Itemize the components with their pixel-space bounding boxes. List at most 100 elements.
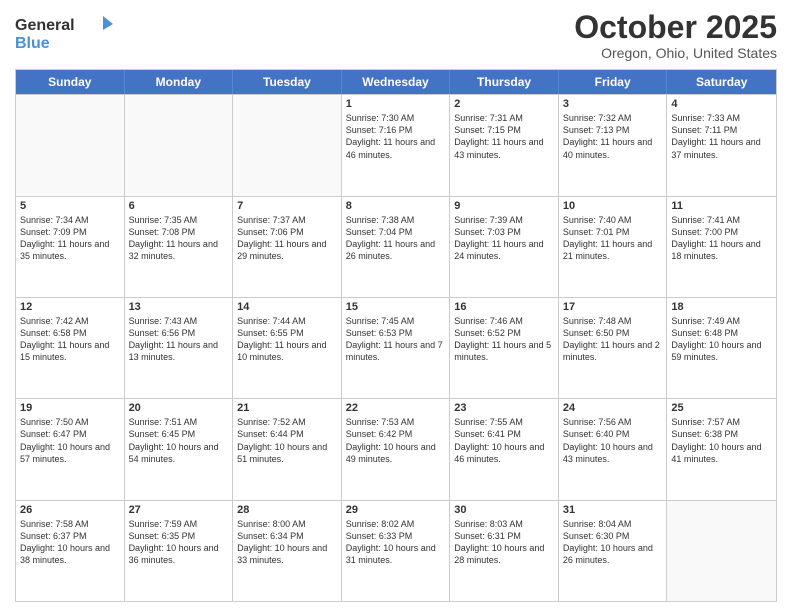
day-cell-15: 15 Sunrise: 7:45 AM Sunset: 6:53 PM Dayli…	[342, 298, 451, 398]
day-cell-20: 20 Sunrise: 7:51 AM Sunset: 6:45 PM Dayli…	[125, 399, 234, 499]
day-header-saturday: Saturday	[667, 70, 776, 94]
week-row-5: 26 Sunrise: 7:58 AM Sunset: 6:37 PM Dayli…	[16, 500, 776, 601]
day-info: Sunrise: 7:59 AM Sunset: 6:35 PM Dayligh…	[129, 518, 229, 567]
day-cell-23: 23 Sunrise: 7:55 AM Sunset: 6:41 PM Dayli…	[450, 399, 559, 499]
day-number: 28	[237, 504, 337, 516]
day-header-tuesday: Tuesday	[233, 70, 342, 94]
day-info: Sunrise: 7:58 AM Sunset: 6:37 PM Dayligh…	[20, 518, 120, 567]
day-cell-8: 8Sunrise: 7:38 AM Sunset: 7:04 PM Daylig…	[342, 197, 451, 297]
week-row-2: 5Sunrise: 7:34 AM Sunset: 7:09 PM Daylig…	[16, 196, 776, 297]
day-cell-17: 17 Sunrise: 7:48 AM Sunset: 6:50 PM Dayli…	[559, 298, 668, 398]
empty-cell	[16, 95, 125, 195]
day-info: Sunrise: 7:52 AM Sunset: 6:44 PM Dayligh…	[237, 416, 337, 465]
day-cell-13: 13 Sunrise: 7:43 AM Sunset: 6:56 PM Dayli…	[125, 298, 234, 398]
day-cell-28: 28 Sunrise: 8:00 AM Sunset: 6:34 PM Dayli…	[233, 501, 342, 601]
calendar-header-row: SundayMondayTuesdayWednesdayThursdayFrid…	[16, 70, 776, 94]
day-info: Sunrise: 7:49 AM Sunset: 6:48 PM Dayligh…	[671, 315, 772, 364]
day-number: 9	[454, 200, 554, 212]
day-info: Sunrise: 7:34 AM Sunset: 7:09 PM Dayligh…	[20, 214, 120, 263]
day-number: 13	[129, 301, 229, 313]
day-cell-14: 14 Sunrise: 7:44 AM Sunset: 6:55 PM Dayli…	[233, 298, 342, 398]
day-info: Sunrise: 7:39 AM Sunset: 7:03 PM Dayligh…	[454, 214, 554, 263]
day-number: 8	[346, 200, 446, 212]
day-number: 14	[237, 301, 337, 313]
logo: General Blue	[15, 10, 115, 54]
day-number: 6	[129, 200, 229, 212]
day-number: 17	[563, 301, 663, 313]
day-number: 16	[454, 301, 554, 313]
calendar-body: 1Sunrise: 7:30 AM Sunset: 7:16 PM Daylig…	[16, 94, 776, 601]
day-cell-7: 7 Sunrise: 7:37 AM Sunset: 7:06 PM Daylig…	[233, 197, 342, 297]
empty-cell	[233, 95, 342, 195]
day-number: 27	[129, 504, 229, 516]
day-cell-3: 3 Sunrise: 7:32 AM Sunset: 7:13 PM Daylig…	[559, 95, 668, 195]
month-title: October 2025	[574, 10, 777, 45]
empty-cell	[125, 95, 234, 195]
day-number: 25	[671, 402, 772, 414]
day-info: Sunrise: 7:32 AM Sunset: 7:13 PM Dayligh…	[563, 112, 663, 161]
day-info: Sunrise: 7:43 AM Sunset: 6:56 PM Dayligh…	[129, 315, 229, 364]
day-number: 11	[671, 200, 772, 212]
day-number: 18	[671, 301, 772, 313]
day-number: 26	[20, 504, 120, 516]
day-cell-24: 24 Sunrise: 7:56 AM Sunset: 6:40 PM Dayli…	[559, 399, 668, 499]
day-cell-25: 25 Sunrise: 7:57 AM Sunset: 6:38 PM Dayli…	[667, 399, 776, 499]
day-cell-16: 16 Sunrise: 7:46 AM Sunset: 6:52 PM Dayli…	[450, 298, 559, 398]
day-cell-22: 22Sunrise: 7:53 AM Sunset: 6:42 PM Dayli…	[342, 399, 451, 499]
day-info: Sunrise: 7:45 AM Sunset: 6:53 PM Dayligh…	[346, 315, 446, 364]
day-cell-30: 30Sunrise: 8:03 AM Sunset: 6:31 PM Dayli…	[450, 501, 559, 601]
day-cell-29: 29Sunrise: 8:02 AM Sunset: 6:33 PM Dayli…	[342, 501, 451, 601]
day-cell-26: 26 Sunrise: 7:58 AM Sunset: 6:37 PM Dayli…	[16, 501, 125, 601]
day-info: Sunrise: 8:00 AM Sunset: 6:34 PM Dayligh…	[237, 518, 337, 567]
day-cell-27: 27 Sunrise: 7:59 AM Sunset: 6:35 PM Dayli…	[125, 501, 234, 601]
day-info: Sunrise: 7:56 AM Sunset: 6:40 PM Dayligh…	[563, 416, 663, 465]
day-cell-18: 18 Sunrise: 7:49 AM Sunset: 6:48 PM Dayli…	[667, 298, 776, 398]
day-info: Sunrise: 7:33 AM Sunset: 7:11 PM Dayligh…	[671, 112, 772, 161]
day-number: 12	[20, 301, 120, 313]
day-number: 22	[346, 402, 446, 414]
day-number: 23	[454, 402, 554, 414]
day-info: Sunrise: 8:04 AM Sunset: 6:30 PM Dayligh…	[563, 518, 663, 567]
day-header-wednesday: Wednesday	[342, 70, 451, 94]
week-row-3: 12 Sunrise: 7:42 AM Sunset: 6:58 PM Dayli…	[16, 297, 776, 398]
day-info: Sunrise: 8:02 AM Sunset: 6:33 PM Dayligh…	[346, 518, 446, 567]
day-info: Sunrise: 7:48 AM Sunset: 6:50 PM Dayligh…	[563, 315, 663, 364]
day-info: Sunrise: 7:42 AM Sunset: 6:58 PM Dayligh…	[20, 315, 120, 364]
day-number: 10	[563, 200, 663, 212]
day-cell-9: 9 Sunrise: 7:39 AM Sunset: 7:03 PM Daylig…	[450, 197, 559, 297]
day-header-sunday: Sunday	[16, 70, 125, 94]
day-number: 7	[237, 200, 337, 212]
day-cell-6: 6Sunrise: 7:35 AM Sunset: 7:08 PM Daylig…	[125, 197, 234, 297]
day-number: 24	[563, 402, 663, 414]
empty-cell	[667, 501, 776, 601]
day-number: 3	[563, 98, 663, 110]
day-info: Sunrise: 7:57 AM Sunset: 6:38 PM Dayligh…	[671, 416, 772, 465]
day-cell-19: 19Sunrise: 7:50 AM Sunset: 6:47 PM Dayli…	[16, 399, 125, 499]
day-cell-4: 4Sunrise: 7:33 AM Sunset: 7:11 PM Daylig…	[667, 95, 776, 195]
day-cell-12: 12 Sunrise: 7:42 AM Sunset: 6:58 PM Dayli…	[16, 298, 125, 398]
day-cell-5: 5Sunrise: 7:34 AM Sunset: 7:09 PM Daylig…	[16, 197, 125, 297]
day-info: Sunrise: 7:31 AM Sunset: 7:15 PM Dayligh…	[454, 112, 554, 161]
day-info: Sunrise: 7:55 AM Sunset: 6:41 PM Dayligh…	[454, 416, 554, 465]
day-info: Sunrise: 7:46 AM Sunset: 6:52 PM Dayligh…	[454, 315, 554, 364]
day-header-thursday: Thursday	[450, 70, 559, 94]
day-number: 20	[129, 402, 229, 414]
day-info: Sunrise: 7:37 AM Sunset: 7:06 PM Dayligh…	[237, 214, 337, 263]
day-info: Sunrise: 7:41 AM Sunset: 7:00 PM Dayligh…	[671, 214, 772, 263]
day-info: Sunrise: 7:51 AM Sunset: 6:45 PM Dayligh…	[129, 416, 229, 465]
week-row-1: 1Sunrise: 7:30 AM Sunset: 7:16 PM Daylig…	[16, 94, 776, 195]
day-cell-21: 21 Sunrise: 7:52 AM Sunset: 6:44 PM Dayli…	[233, 399, 342, 499]
week-row-4: 19Sunrise: 7:50 AM Sunset: 6:47 PM Dayli…	[16, 398, 776, 499]
svg-text:General: General	[15, 17, 75, 34]
calendar: SundayMondayTuesdayWednesdayThursdayFrid…	[15, 69, 777, 602]
day-number: 30	[454, 504, 554, 516]
day-number: 15	[346, 301, 446, 313]
title-area: October 2025 Oregon, Ohio, United States	[574, 10, 777, 61]
day-number: 21	[237, 402, 337, 414]
day-info: Sunrise: 7:30 AM Sunset: 7:16 PM Dayligh…	[346, 112, 446, 161]
day-info: Sunrise: 7:44 AM Sunset: 6:55 PM Dayligh…	[237, 315, 337, 364]
day-cell-31: 31 Sunrise: 8:04 AM Sunset: 6:30 PM Dayli…	[559, 501, 668, 601]
day-header-monday: Monday	[125, 70, 234, 94]
day-number: 2	[454, 98, 554, 110]
day-number: 31	[563, 504, 663, 516]
